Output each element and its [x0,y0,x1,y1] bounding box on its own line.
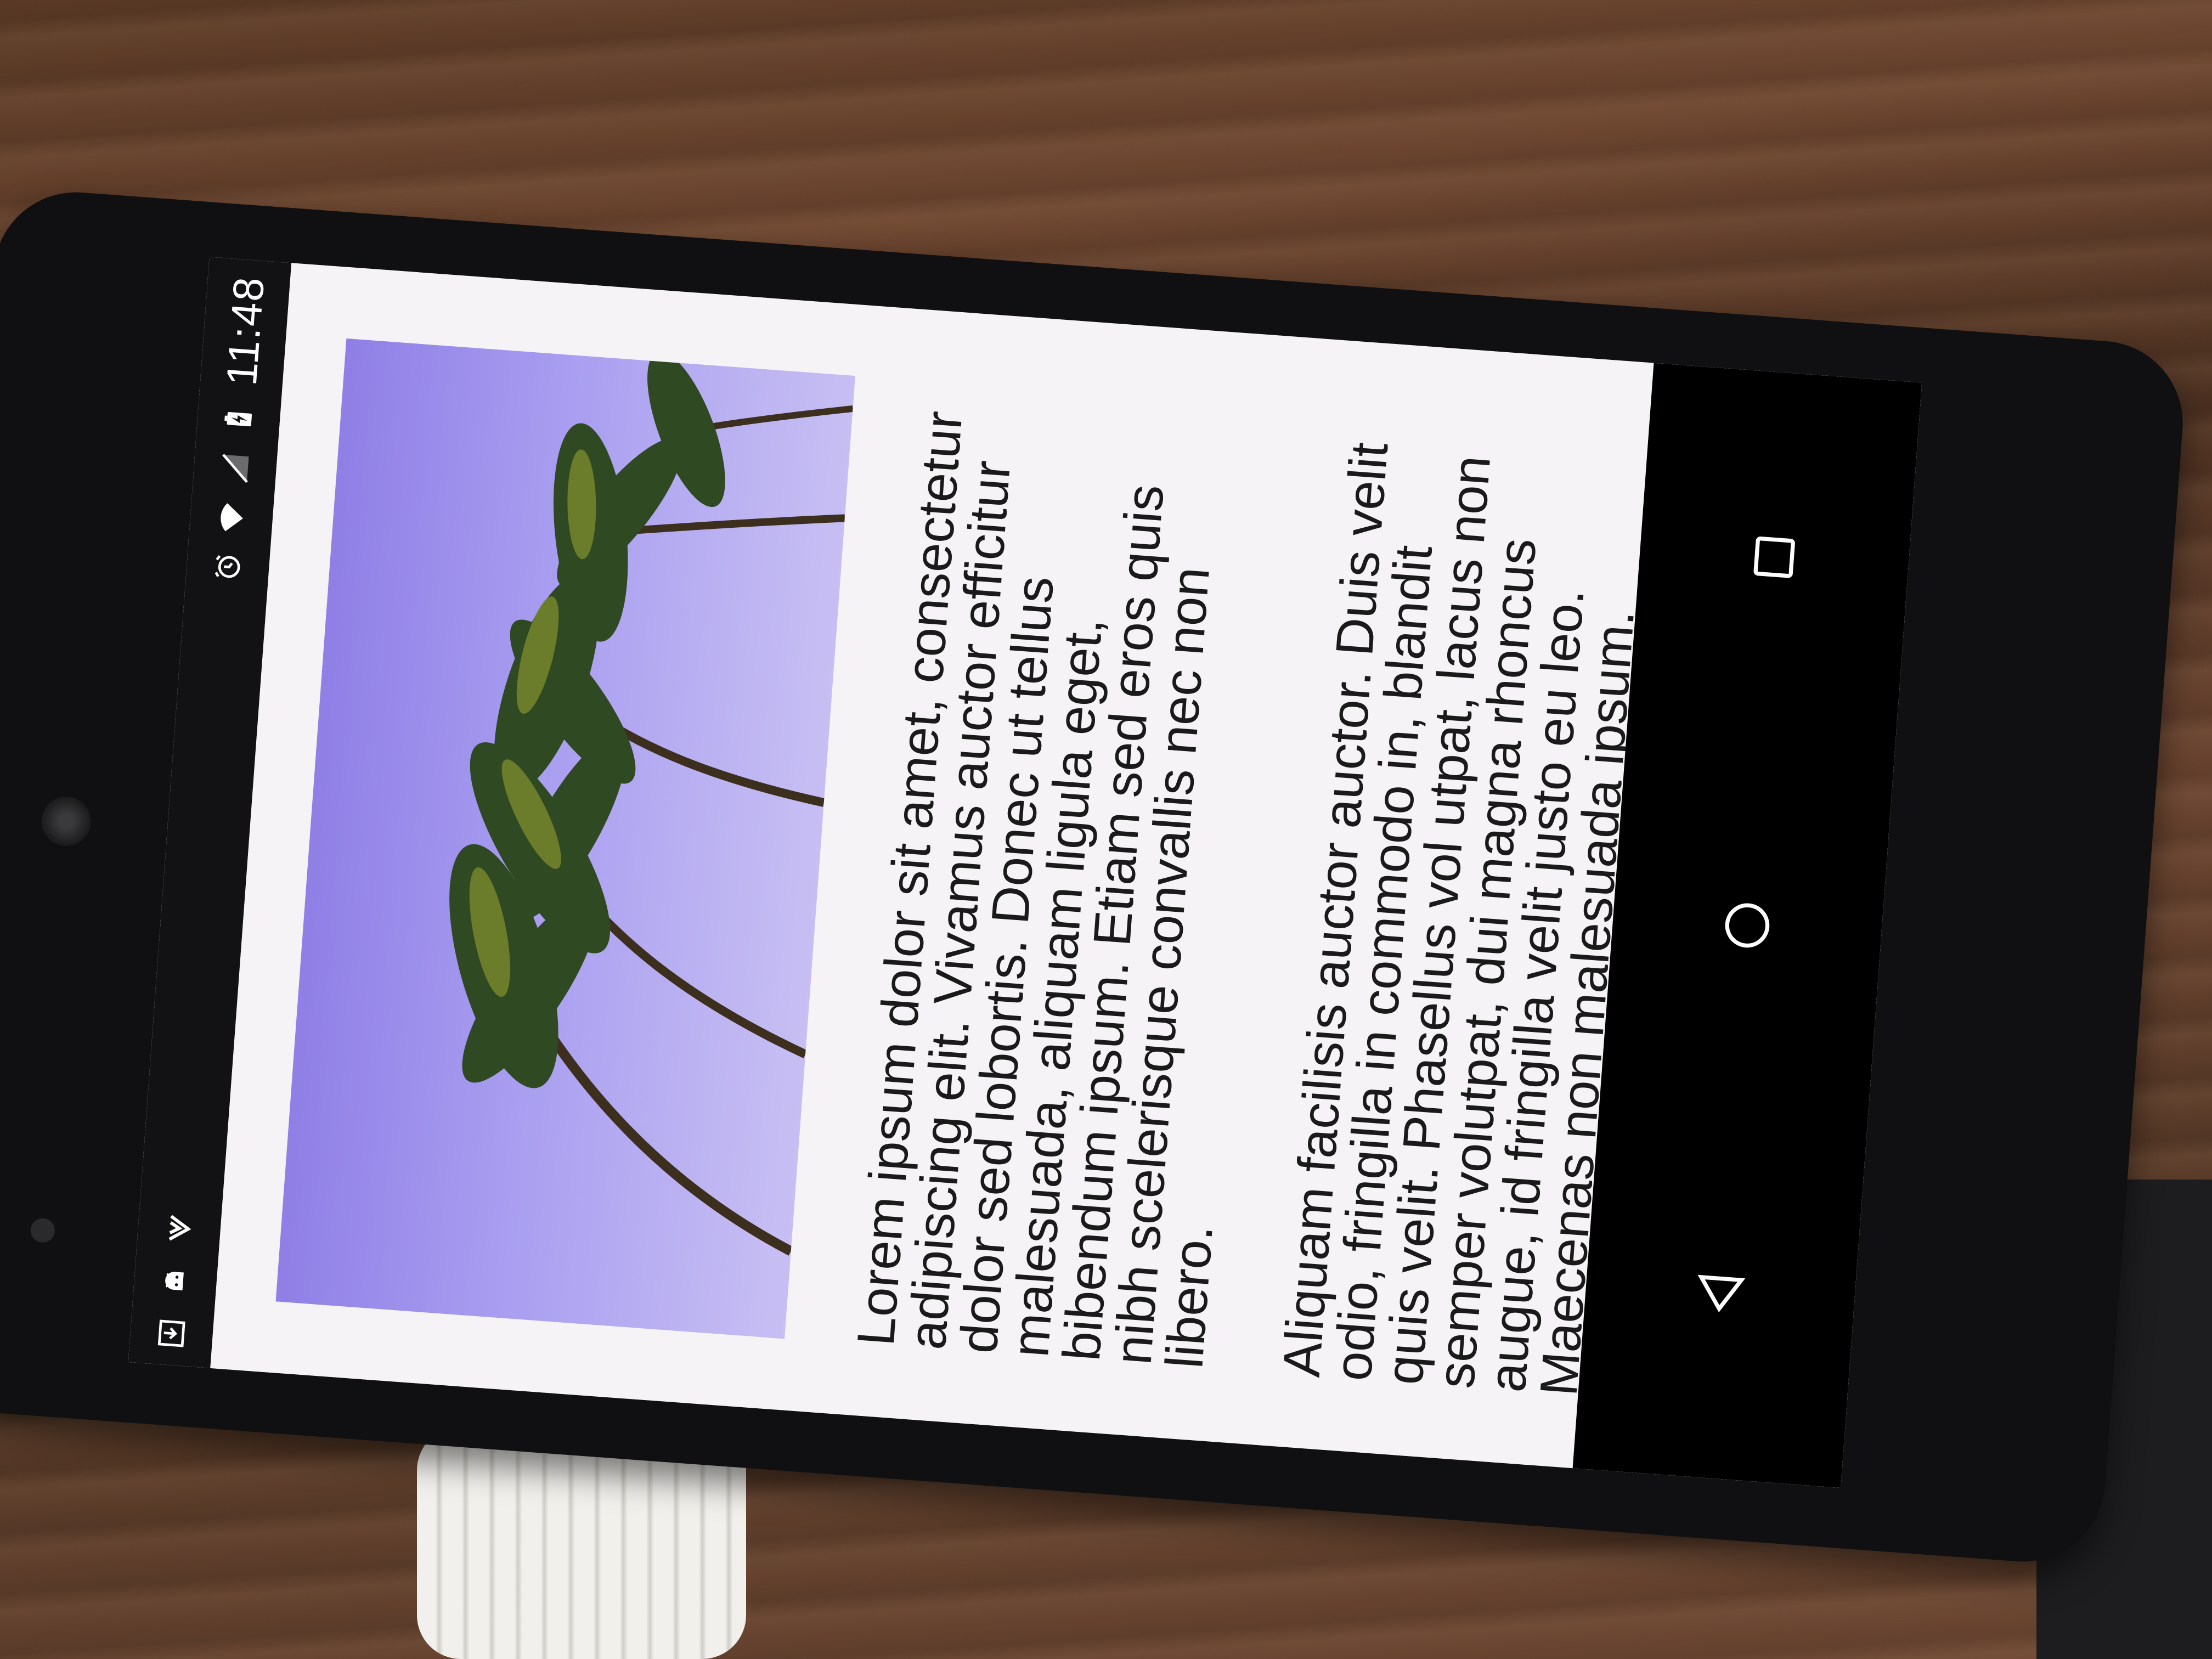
palm-trees-photo [449,352,854,1256]
paragraph-1: Lorem ipsum dolor sit amet, consectetur … [846,409,1224,1370]
recents-icon[interactable] [1730,513,1819,601]
app-notification-icon [163,1212,196,1245]
paragraph-3: Sed viverra quam mi, ut blandit tellus m… [1903,560,1922,1425]
status-notifications [155,1212,196,1350]
android-icon [159,1265,192,1297]
status-system-icons: 11:48 [202,274,274,584]
article-page[interactable]: Lorem ipsum dolor sit amet, consectetur … [210,263,1922,1469]
screen-content: 11:48 Lorem ipsum dolor sit amet, consec… [128,257,1922,1488]
phone-device: 11:48 Lorem ipsum dolor sit amet, consec… [0,187,2189,1567]
front-camera [30,1217,56,1244]
download-icon [155,1317,188,1350]
battery-charging-icon [222,403,255,436]
hero-image [275,338,855,1339]
signal-icon [219,452,252,485]
home-icon[interactable] [1703,882,1792,970]
alarm-icon [211,551,244,584]
phone-screen: 11:48 Lorem ipsum dolor sit amet, consec… [128,257,1922,1488]
clock: 11:48 [217,274,273,387]
earpiece-speaker [40,794,93,848]
wifi-icon [215,501,248,534]
back-icon[interactable] [1676,1250,1764,1338]
